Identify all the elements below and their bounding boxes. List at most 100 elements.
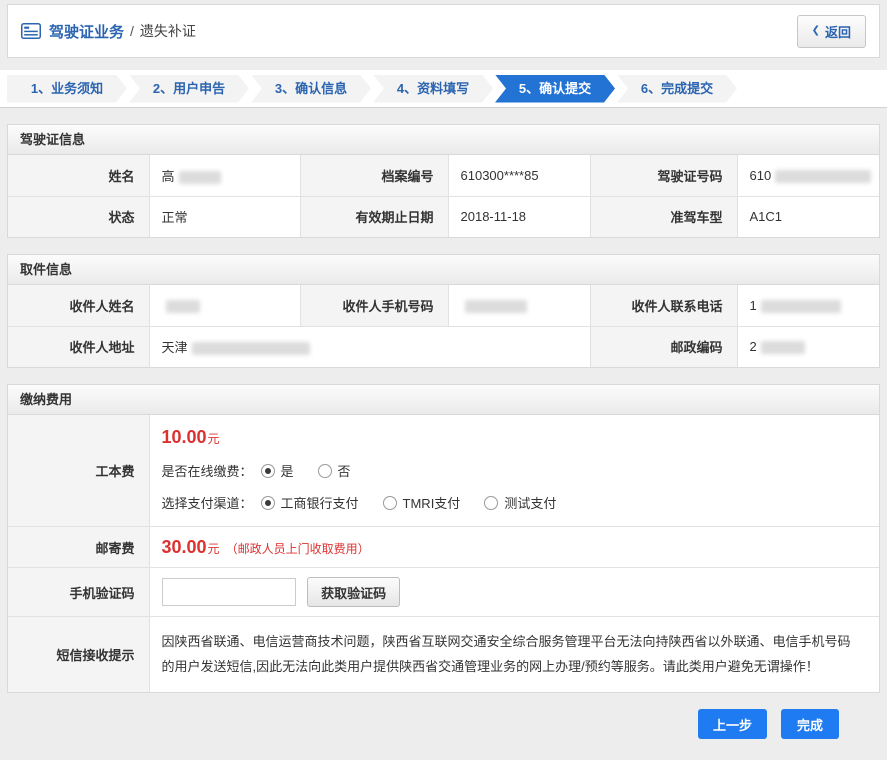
sms-code-label: 手机验证码 xyxy=(8,568,149,617)
recipient-name-value xyxy=(149,285,300,326)
radio-channel-icbc[interactable]: 工商银行支付 xyxy=(261,493,359,512)
radio-label: 测试支付 xyxy=(504,493,556,512)
fee-amount-unit: 元 xyxy=(208,432,220,446)
recipient-mobile-value xyxy=(448,285,590,326)
redacted-value xyxy=(761,300,841,313)
step-4-fill-data[interactable]: 4、资料填写 xyxy=(373,75,493,103)
table-row: 收件人姓名 收件人手机号码 收件人联系电话 1 xyxy=(8,285,879,326)
radio-label: 是 xyxy=(281,461,294,480)
radio-label: 否 xyxy=(338,461,351,480)
file-number-value: 610300****85 xyxy=(448,155,590,196)
breadcrumb-divider: / xyxy=(130,23,134,39)
radio-unchecked-icon xyxy=(318,464,332,478)
license-info-section: 驾驶证信息 姓名 高 档案编号 610300****85 驾驶证号码 610 状… xyxy=(7,124,880,238)
vehicle-class-label: 准驾车型 xyxy=(590,196,737,237)
online-pay-question: 是否在线缴费： xyxy=(162,461,253,480)
payment-section-title: 缴纳费用 xyxy=(8,385,879,415)
postcode-label: 邮政编码 xyxy=(590,326,737,367)
status-value: 正常 xyxy=(149,196,300,237)
pay-channel-question: 选择支付渠道： xyxy=(162,493,253,512)
fee-label: 工本费 xyxy=(8,415,149,527)
radio-channel-test[interactable]: 测试支付 xyxy=(484,493,556,512)
table-row: 状态 正常 有效期止日期 2018-11-18 准驾车型 A1C1 xyxy=(8,196,879,237)
sms-notice-label: 短信接收提示 xyxy=(8,617,149,693)
expiry-label: 有效期止日期 xyxy=(300,196,448,237)
sms-code-input[interactable] xyxy=(162,578,296,606)
recipient-address-value: 天津 xyxy=(149,326,590,367)
postage-note: （邮政人员上门收取费用） xyxy=(226,542,370,556)
sms-notice-text: 因陕西省联通、电信运营商技术问题，陕西省互联网交通安全综合服务管理平台无法向持陕… xyxy=(149,617,879,693)
table-row: 收件人地址 天津 邮政编码 2 xyxy=(8,326,879,367)
postage-amount-unit: 元 xyxy=(208,542,220,556)
license-number-value: 610 xyxy=(737,155,879,196)
payment-table: 工本费 10.00元 是否在线缴费： 是 否 选 xyxy=(8,415,879,692)
redacted-value xyxy=(775,170,871,183)
radio-unchecked-icon xyxy=(484,496,498,510)
file-number-label: 档案编号 xyxy=(300,155,448,196)
fee-cell: 10.00元 是否在线缴费： 是 否 选择支付渠道： xyxy=(149,415,879,527)
pickup-info-table: 收件人姓名 收件人手机号码 收件人联系电话 1 收件人地址 天津 邮政编码 2 xyxy=(8,285,879,367)
breadcrumb: 驾驶证业务 / 遗失补证 xyxy=(21,21,196,42)
pay-channel-row: 选择支付渠道： 工商银行支付 TMRI支付 测试支付 xyxy=(162,493,868,512)
table-row: 工本费 10.00元 是否在线缴费： 是 否 选 xyxy=(8,415,879,527)
postage-label: 邮寄费 xyxy=(8,527,149,568)
step-6-finish-submit[interactable]: 6、完成提交 xyxy=(617,75,737,103)
redacted-value xyxy=(179,171,221,184)
redacted-value xyxy=(761,341,805,354)
radio-label: TMRI支付 xyxy=(403,493,461,512)
step-2-user-declaration[interactable]: 2、用户申告 xyxy=(129,75,249,103)
license-info-table: 姓名 高 档案编号 610300****85 驾驶证号码 610 状态 正常 有… xyxy=(8,155,879,237)
license-section-title: 驾驶证信息 xyxy=(8,125,879,155)
vehicle-class-value: A1C1 xyxy=(737,196,879,237)
pickup-section-title: 取件信息 xyxy=(8,255,879,285)
online-pay-row: 是否在线缴费： 是 否 xyxy=(162,461,868,480)
back-button-label: 返回 xyxy=(825,22,851,41)
expiry-value: 2018-11-18 xyxy=(448,196,590,237)
radio-checked-icon xyxy=(261,496,275,510)
footer-actions: 上一步 完成 xyxy=(0,709,839,739)
radio-unchecked-icon xyxy=(383,496,397,510)
radio-online-pay-yes[interactable]: 是 xyxy=(261,461,294,480)
page-title: 驾驶证业务 xyxy=(49,21,124,42)
page-subtitle: 遗失补证 xyxy=(140,21,196,41)
license-form-icon xyxy=(21,23,41,39)
finish-button[interactable]: 完成 xyxy=(781,709,839,739)
radio-online-pay-no[interactable]: 否 xyxy=(318,461,351,480)
pickup-info-section: 取件信息 收件人姓名 收件人手机号码 收件人联系电话 1 收件人地址 天津 邮政… xyxy=(7,254,880,368)
get-code-button[interactable]: 获取验证码 xyxy=(307,577,400,607)
postage-amount-value: 30.00 xyxy=(162,537,207,557)
back-button[interactable]: ❮ 返回 xyxy=(797,15,866,48)
recipient-name-label: 收件人姓名 xyxy=(8,285,149,326)
radio-label: 工商银行支付 xyxy=(281,493,359,512)
table-row: 邮寄费 30.00元 （邮政人员上门收取费用） xyxy=(8,527,879,568)
recipient-phone-label: 收件人联系电话 xyxy=(590,285,737,326)
table-row: 姓名 高 档案编号 610300****85 驾驶证号码 610 xyxy=(8,155,879,196)
radio-channel-tmri[interactable]: TMRI支付 xyxy=(383,493,461,512)
step-1-business-notes[interactable]: 1、业务须知 xyxy=(7,75,127,103)
recipient-phone-value: 1 xyxy=(737,285,879,326)
redacted-value xyxy=(465,300,527,313)
postcode-value: 2 xyxy=(737,326,879,367)
sms-code-cell: 获取验证码 xyxy=(149,568,879,617)
postage-cell: 30.00元 （邮政人员上门收取费用） xyxy=(149,527,879,568)
previous-step-button[interactable]: 上一步 xyxy=(698,709,767,739)
recipient-address-label: 收件人地址 xyxy=(8,326,149,367)
fee-amount-value: 10.00 xyxy=(162,427,207,447)
chevron-left-icon: ❮ xyxy=(812,26,820,36)
fee-amount: 10.00元 xyxy=(162,427,868,448)
redacted-value xyxy=(192,342,310,355)
table-row: 手机验证码 获取验证码 xyxy=(8,568,879,617)
step-5-confirm-submit-current[interactable]: 5、确认提交 xyxy=(495,75,615,103)
name-label: 姓名 xyxy=(8,155,149,196)
step-wizard: 1、业务须知 2、用户申告 3、确认信息 4、资料填写 5、确认提交 6、完成提… xyxy=(0,70,887,108)
name-value: 高 xyxy=(149,155,300,196)
recipient-mobile-label: 收件人手机号码 xyxy=(300,285,448,326)
table-row: 短信接收提示 因陕西省联通、电信运营商技术问题，陕西省互联网交通安全综合服务管理… xyxy=(8,617,879,693)
redacted-value xyxy=(166,300,200,313)
license-number-label: 驾驶证号码 xyxy=(590,155,737,196)
step-3-confirm-info[interactable]: 3、确认信息 xyxy=(251,75,371,103)
page-header: 驾驶证业务 / 遗失补证 ❮ 返回 xyxy=(7,4,880,58)
radio-checked-icon xyxy=(261,464,275,478)
status-label: 状态 xyxy=(8,196,149,237)
payment-section: 缴纳费用 工本费 10.00元 是否在线缴费： 是 否 xyxy=(7,384,880,693)
